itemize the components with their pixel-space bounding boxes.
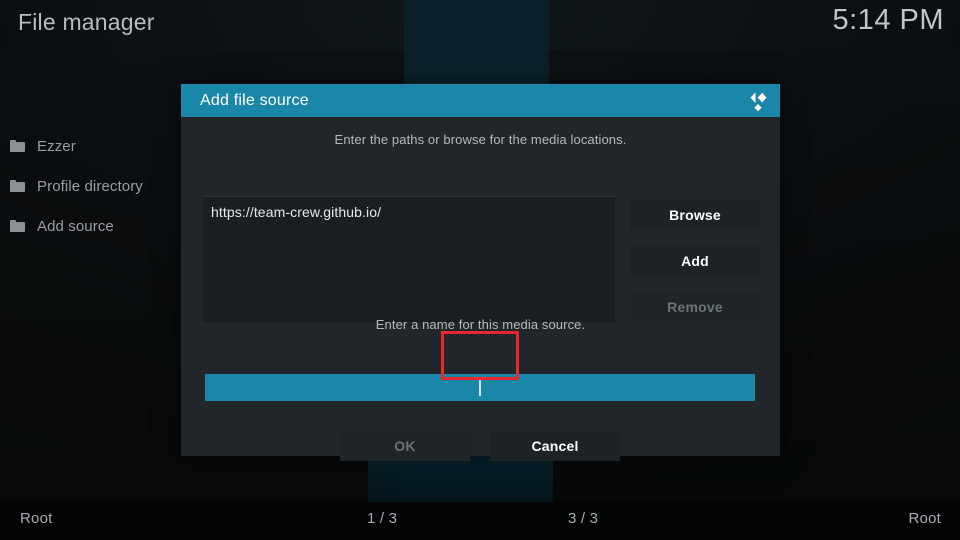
- folder-icon: [10, 140, 25, 152]
- path-list[interactable]: https://team-crew.github.io/: [203, 196, 615, 322]
- sidebar-item-label: Add source: [37, 217, 114, 235]
- footer-bar: Root 1 / 3 3 / 3 Root: [0, 504, 960, 540]
- path-value: https://team-crew.github.io/: [211, 204, 382, 220]
- cancel-button[interactable]: Cancel: [490, 431, 620, 461]
- add-button[interactable]: Add: [630, 246, 760, 276]
- browse-button[interactable]: Browse: [630, 200, 760, 230]
- sidebar-item-add-source[interactable]: Add source: [0, 206, 180, 246]
- dialog-title: Add file source: [200, 91, 309, 109]
- clock-label: 5:14 PM: [832, 4, 944, 36]
- folder-icon: [10, 220, 25, 232]
- dialog-header: Add file source: [181, 84, 780, 117]
- kodi-logo-icon: [745, 88, 771, 114]
- footer-left-count: 1 / 3: [367, 510, 398, 527]
- text-caret: [479, 379, 481, 396]
- page-title: File manager: [18, 9, 155, 35]
- source-name-input[interactable]: [205, 374, 755, 401]
- list-item[interactable]: https://team-crew.github.io/: [203, 197, 615, 227]
- sidebar-item-label: Profile directory: [37, 177, 143, 195]
- name-hint-label: Enter a name for this media source.: [375, 317, 586, 332]
- add-file-source-dialog: Add file source Enter the paths or brows…: [181, 84, 780, 461]
- footer-right-label: Root: [908, 510, 941, 527]
- paths-hint-label: Enter the paths or browse for the media …: [334, 132, 627, 147]
- dialog-body: Enter the paths or browse for the media …: [181, 117, 780, 461]
- sidebar-item-ezzer[interactable]: Ezzer: [0, 126, 180, 166]
- ok-button: OK: [340, 431, 470, 461]
- top-bar: File manager 5:14 PM: [0, 0, 960, 56]
- sidebar-item-profile-directory[interactable]: Profile directory: [0, 166, 180, 206]
- background-teal-panel-lower: [368, 456, 553, 502]
- footer-left-label: Root: [20, 510, 53, 527]
- footer-right-count: 3 / 3: [568, 510, 599, 527]
- sidebar-item-label: Ezzer: [37, 137, 76, 155]
- file-list-sidebar: Ezzer Profile directory Add source: [0, 126, 180, 246]
- folder-icon: [10, 180, 25, 192]
